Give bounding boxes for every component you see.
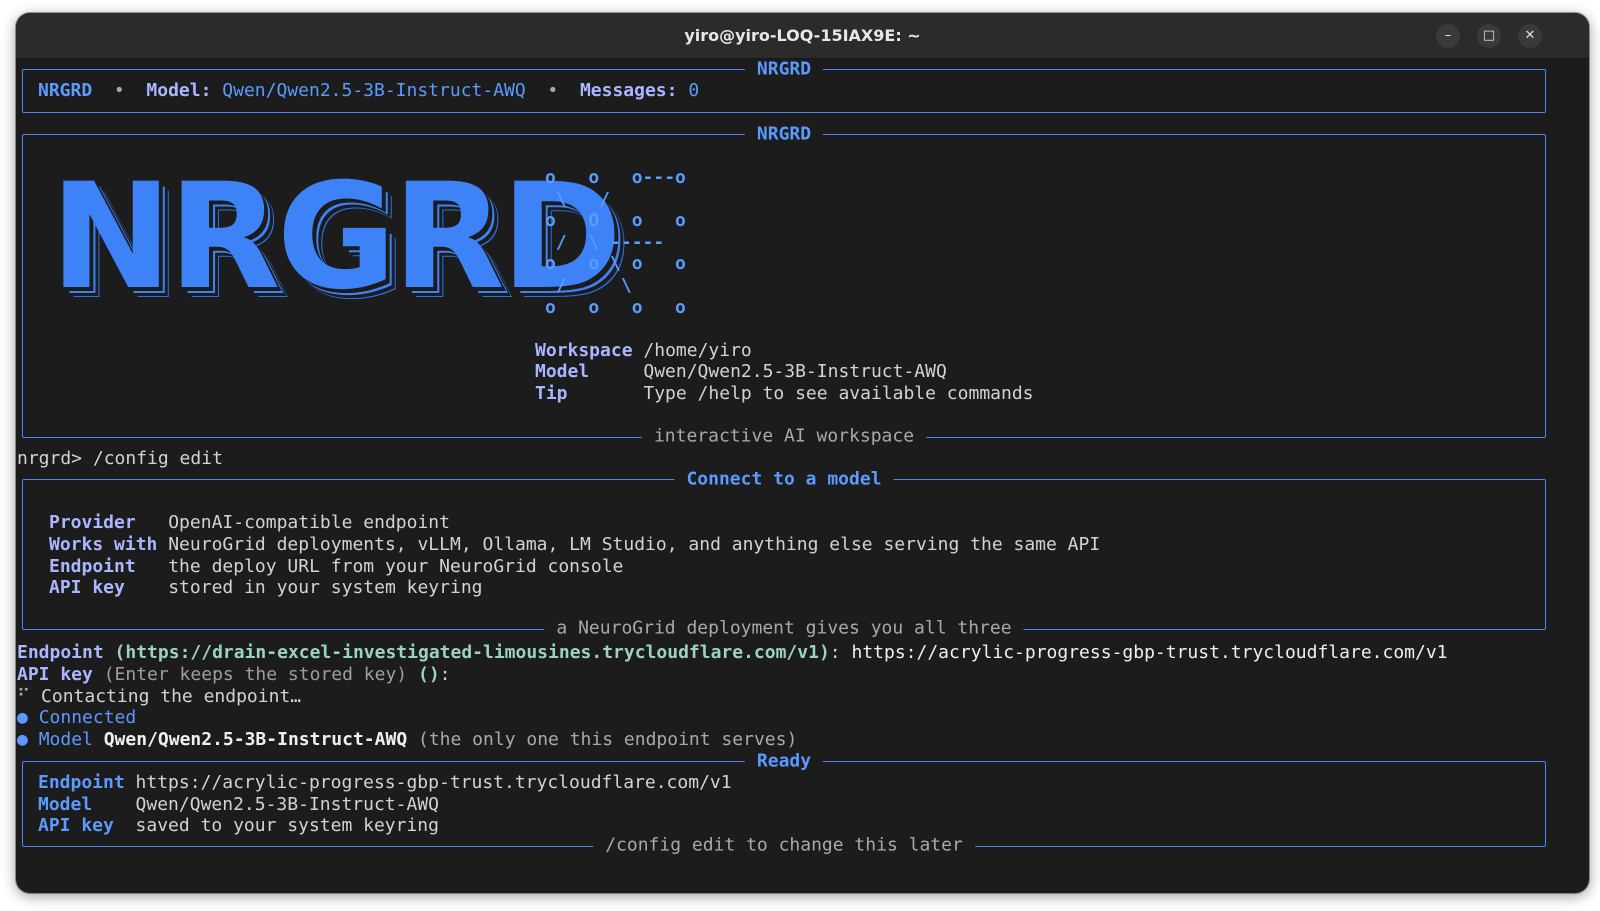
apikey-colon: : [439, 664, 451, 685]
works-with-label: Works with [49, 534, 158, 555]
window-title: yiro@yiro-LOQ-15IAX9E: ~ [684, 26, 921, 45]
command-prompt[interactable]: nrgrd> /config edit [17, 448, 223, 470]
status-model-label: Model: [146, 80, 212, 101]
maximize-icon: □ [1482, 28, 1496, 43]
endpoint-colon: : [829, 642, 841, 663]
apikey-prompt-label: API key [17, 664, 93, 685]
endpoint-info-value: the deploy URL from your NeuroGrid conso… [168, 556, 624, 577]
ready-apikey-value: saved to your system keyring [135, 815, 439, 836]
terminal-content[interactable]: NRGRD NRGRD • Model: Qwen/Qwen2.5-3B-Ins… [16, 58, 1589, 893]
close-button[interactable]: ✕ [1518, 24, 1542, 48]
ready-footer: /config edit to change this later [593, 834, 975, 857]
status-app: NRGRD [38, 80, 93, 101]
endpoint-info-label: Endpoint [49, 556, 136, 577]
model-detected-line: ● Model Qwen/Qwen2.5-3B-Instruct-AWQ (th… [17, 729, 797, 751]
status-messages-label: Messages: [579, 80, 678, 101]
ready-apikey-row: API key saved to your system keyring [38, 815, 439, 837]
spinner-icon: ⠋ [17, 686, 31, 707]
status-model-value: Qwen/Qwen2.5-3B-Instruct-AWQ [222, 80, 526, 101]
model-row: Model Qwen/Qwen2.5-3B-Instruct-AWQ [535, 361, 947, 383]
provider-value: OpenAI-compatible endpoint [168, 512, 450, 533]
contacting-line: ⠋ Contacting the endpoint… [17, 686, 301, 708]
model-detected-value: Qwen/Qwen2.5-3B-Instruct-AWQ [103, 729, 408, 750]
endpoint-info-row: Endpoint the deploy URL from your NeuroG… [49, 556, 623, 578]
bullet-icon: ● [17, 729, 28, 750]
provider-label: Provider [49, 512, 136, 533]
works-with-value: NeuroGrid deployments, vLLM, Ollama, LM … [168, 534, 1101, 555]
tip-value: Type /help to see available commands [643, 383, 1034, 404]
ready-model-value: Qwen/Qwen2.5-3B-Instruct-AWQ [135, 794, 439, 815]
minimize-icon: – [1444, 28, 1452, 43]
minimize-button[interactable]: – [1436, 24, 1460, 48]
endpoint-default: (https://drain-excel-investigated-limous… [114, 642, 830, 663]
contacting-text: Contacting the endpoint… [41, 686, 302, 707]
workspace-row: Workspace /home/yiro [535, 340, 752, 362]
apikey-info-value: stored in your system keyring [168, 577, 483, 598]
ready-endpoint-value: https://acrylic-progress-gbp-trust.trycl… [135, 772, 732, 793]
ready-endpoint-label: Endpoint [38, 772, 125, 793]
bullet-icon: ● [17, 707, 28, 728]
nrgrd-logo: NRGRD [50, 152, 622, 322]
connected-text: Connected [38, 707, 137, 728]
status-separator: • [547, 80, 559, 101]
provider-row: Provider OpenAI-compatible endpoint [49, 512, 450, 534]
ready-box-title: Ready [744, 750, 824, 773]
model-label: Model [535, 361, 590, 382]
model-detected-note: (the only one this endpoint serves) [418, 729, 798, 750]
apikey-info-label: API key [49, 577, 125, 598]
banner-box-title: NRGRD [744, 123, 824, 146]
ready-apikey-label: API key [38, 815, 114, 836]
status-messages-value: 0 [688, 80, 700, 101]
status-line: NRGRD • Model: Qwen/Qwen2.5-3B-Instruct-… [38, 80, 699, 102]
works-with-row: Works with NeuroGrid deployments, vLLM, … [49, 534, 1100, 556]
tip-row: Tip Type /help to see available commands [535, 383, 1034, 405]
apikey-info-row: API key stored in your system keyring [49, 577, 483, 599]
ready-model-row: Model Qwen/Qwen2.5-3B-Instruct-AWQ [38, 794, 439, 816]
connect-footer: a NeuroGrid deployment gives you all thr… [544, 617, 1024, 640]
status-box: NRGRD NRGRD • Model: Qwen/Qwen2.5-3B-Ins… [22, 58, 1546, 113]
status-separator: • [113, 80, 125, 101]
title-bar[interactable]: yiro@yiro-LOQ-15IAX9E: ~ – □ ✕ [16, 13, 1589, 59]
close-icon: ✕ [1524, 28, 1536, 43]
model-value: Qwen/Qwen2.5-3B-Instruct-AWQ [643, 361, 947, 382]
endpoint-input-line[interactable]: Endpoint (https://drain-excel-investigat… [17, 642, 1448, 664]
banner-footer: interactive AI workspace [641, 425, 927, 448]
connect-box-title: Connect to a model [674, 468, 894, 491]
workspace-label: Workspace [535, 340, 633, 361]
connected-line: ● Connected [17, 707, 136, 729]
endpoint-prompt-label: Endpoint [17, 642, 104, 663]
status-box-title: NRGRD [744, 58, 824, 81]
ready-endpoint-row: Endpoint https://acrylic-progress-gbp-tr… [38, 772, 732, 794]
maximize-button[interactable]: □ [1477, 24, 1501, 48]
model-detected-label: Model [38, 729, 93, 750]
network-graph-art: o o o---o \ / o O o o / \ ----- o o \ o … [545, 167, 686, 318]
workspace-value: /home/yiro [643, 340, 752, 361]
apikey-hint: (Enter keeps the stored key) [103, 664, 408, 685]
endpoint-input-value: https://acrylic-progress-gbp-trust.trycl… [851, 642, 1448, 663]
terminal-window: yiro@yiro-LOQ-15IAX9E: ~ – □ ✕ NRGRD NRG… [16, 13, 1589, 893]
ready-model-label: Model [38, 794, 93, 815]
tip-label: Tip [535, 383, 568, 404]
apikey-input-line[interactable]: API key (Enter keeps the stored key) (): [17, 664, 451, 686]
apikey-default: () [417, 664, 440, 685]
